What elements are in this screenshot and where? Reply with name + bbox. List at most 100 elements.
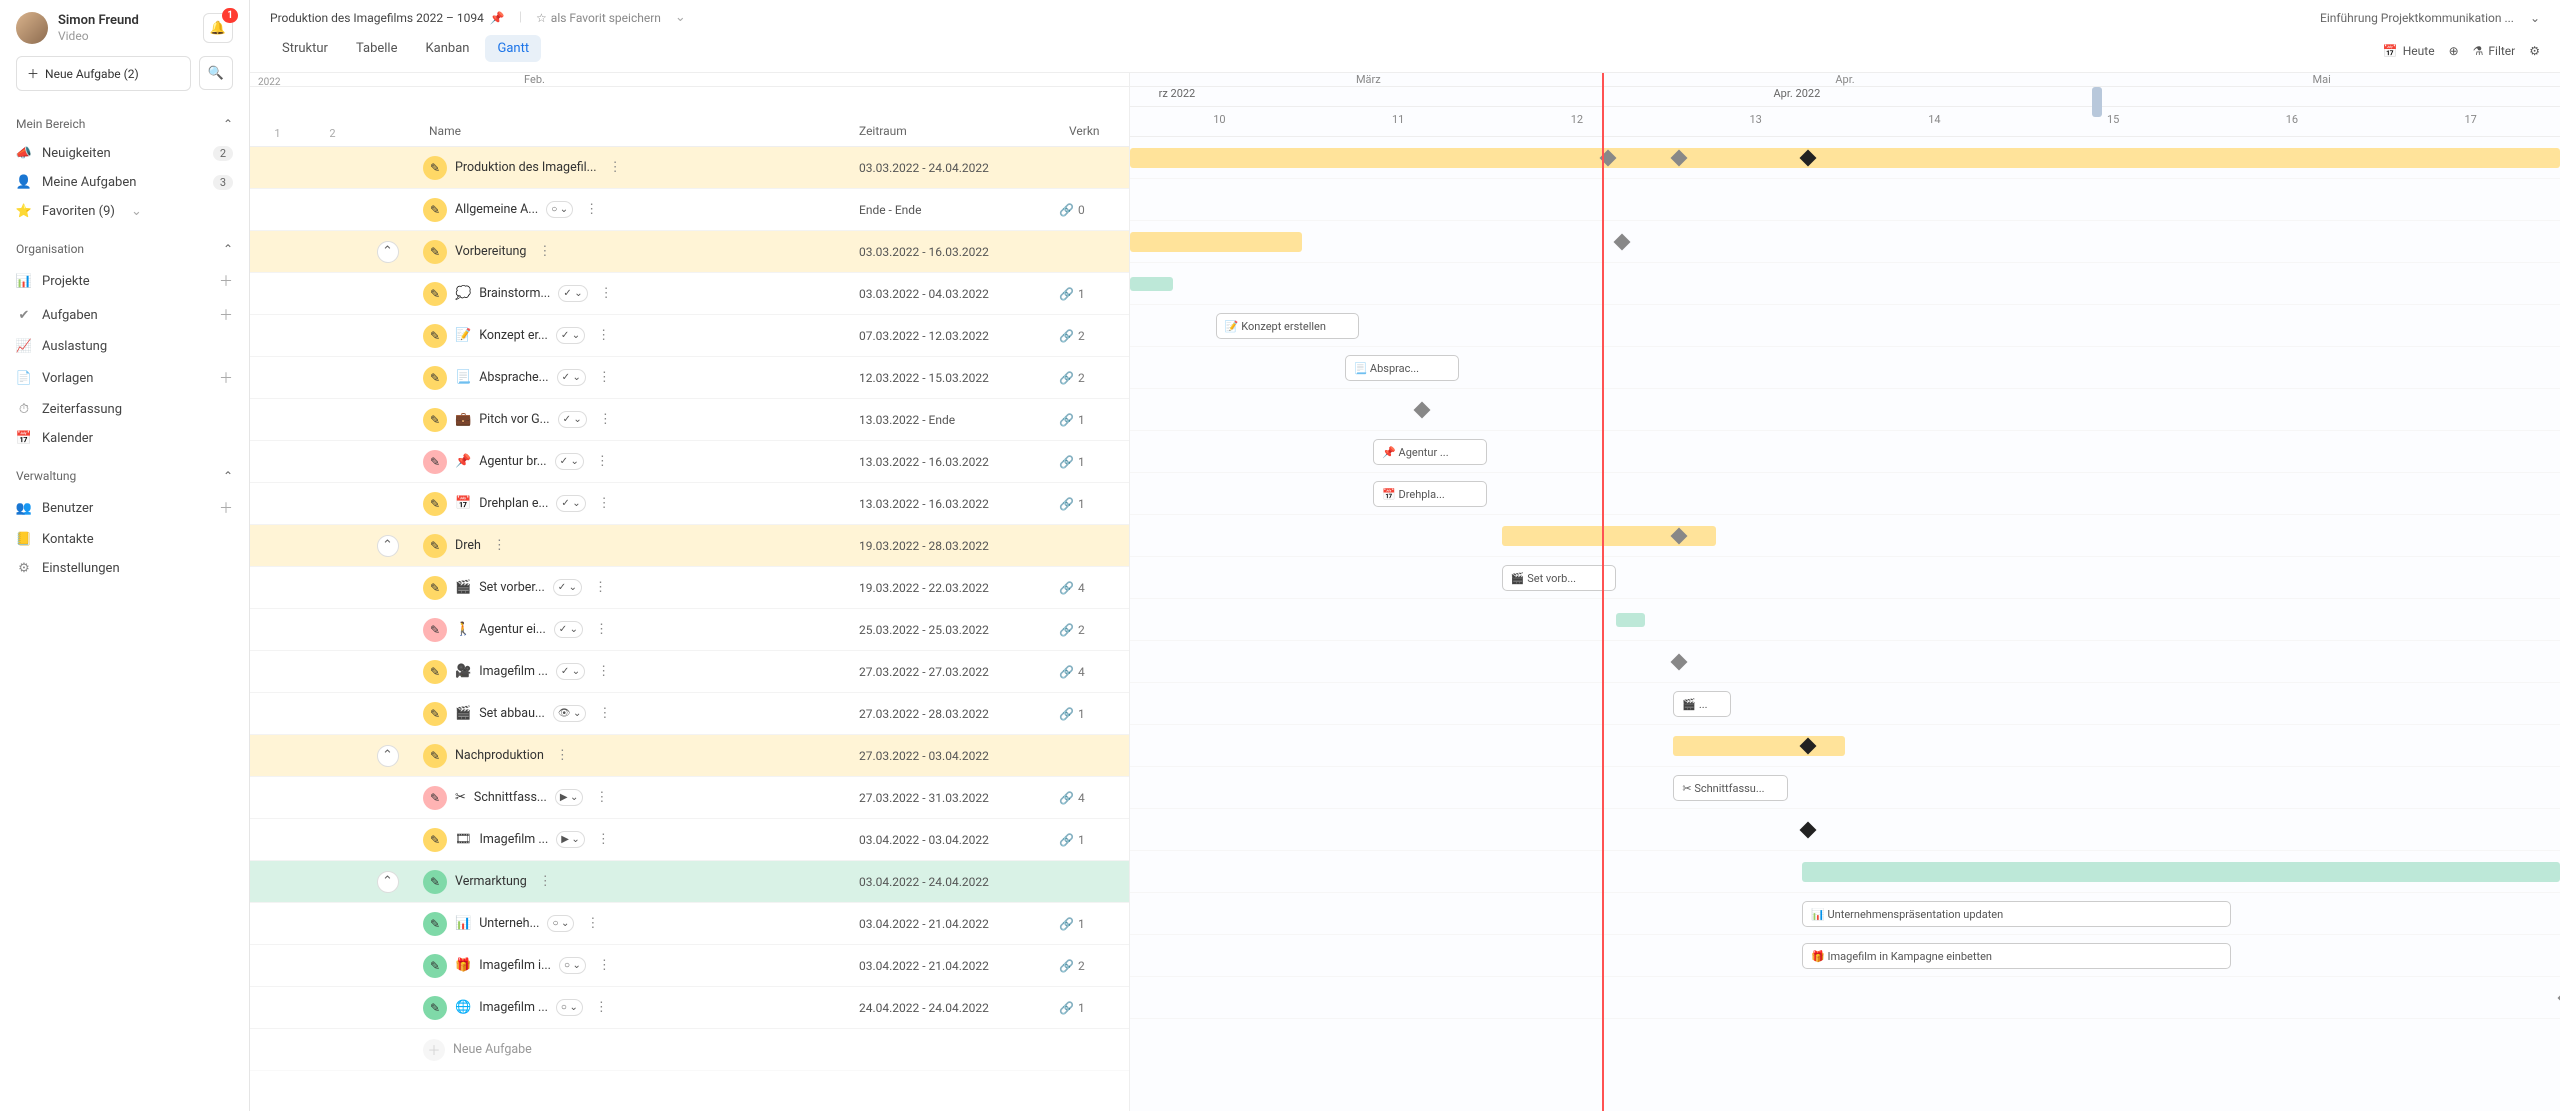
timeline-track[interactable] xyxy=(1130,977,2560,1019)
status-chip[interactable]: ✓ ⌄ xyxy=(553,579,582,596)
more-icon[interactable]: ⋮ xyxy=(594,496,615,511)
edit-icon[interactable]: ✎ xyxy=(423,660,447,684)
range-handle-right[interactable] xyxy=(2092,87,2102,117)
more-icon[interactable]: ⋮ xyxy=(591,622,612,637)
tab-kanban[interactable]: Kanban xyxy=(414,35,482,62)
timeline-track[interactable] xyxy=(1130,221,2560,263)
timeline-track[interactable]: 🎬 ... xyxy=(1130,683,2560,725)
timeline-track[interactable] xyxy=(1130,851,2560,893)
more-icon[interactable]: ⋮ xyxy=(593,664,614,679)
collapse-button[interactable]: ⌃ xyxy=(377,871,399,893)
more-icon[interactable]: ⋮ xyxy=(596,286,617,301)
task-row[interactable]: ✎ 💭 Brainstorm... ✓ ⌄ ⋮ 03.03.2022 - 04.… xyxy=(250,273,1129,315)
sidebar-item[interactable]: 👤 Meine Aufgaben3 xyxy=(0,168,249,197)
task-row[interactable]: ✎ 💼 Pitch vor G... ✓ ⌄ ⋮ 13.03.2022 - En… xyxy=(250,399,1129,441)
group-bar[interactable] xyxy=(1130,277,1173,291)
task-row[interactable]: ✎ 📅 Drehplan e... ✓ ⌄ ⋮ 13.03.2022 - 16.… xyxy=(250,483,1129,525)
group-bar[interactable] xyxy=(1130,148,2560,168)
timeline-track[interactable]: 📅 Drehpla... xyxy=(1130,473,2560,515)
sidebar-item[interactable]: ⏱ Zeiterfassung xyxy=(0,395,249,424)
sidebar-item[interactable]: 📅 Kalender xyxy=(0,424,249,453)
task-row[interactable]: ✎ ✂ Schnittfass... ▶ ⌄ ⋮ 27.03.2022 - 31… xyxy=(250,777,1129,819)
add-task-row[interactable]: ＋ Neue Aufgabe xyxy=(250,1029,1129,1071)
more-icon[interactable]: ⋮ xyxy=(592,454,613,469)
timeline-track[interactable] xyxy=(1130,641,2560,683)
milestone-diamond[interactable] xyxy=(1800,822,1817,839)
edit-icon[interactable]: ✎ xyxy=(423,954,447,978)
timeline-track[interactable]: 📊 Unternehmenspräsentation updaten xyxy=(1130,893,2560,935)
sidebar-item[interactable]: 📄 Vorlagen＋ xyxy=(0,361,249,395)
task-row[interactable]: ✎ 🎥 Imagefilm ... ✓ ⌄ ⋮ 27.03.2022 - 27.… xyxy=(250,651,1129,693)
task-bar[interactable]: 📃 Absprac... xyxy=(1345,355,1459,381)
edit-icon[interactable]: ✎ xyxy=(423,576,447,600)
status-chip[interactable]: 👁 ⌄ xyxy=(553,705,587,722)
section-verwaltung[interactable]: Verwaltung ⌃ xyxy=(0,461,249,491)
task-row[interactable]: ✎ Allgemeine A... ○ ⌄ ⋮ Ende - Ende 🔗0 xyxy=(250,189,1129,231)
edit-icon[interactable]: ✎ xyxy=(423,408,447,432)
timeline-track[interactable]: 📌 Agentur ... xyxy=(1130,431,2560,473)
add-button[interactable]: ⊕ xyxy=(2449,44,2459,58)
task-row[interactable]: ✎ 🌐 Imagefilm ... ○ ⌄ ⋮ 24.04.2022 - 24.… xyxy=(250,987,1129,1029)
edit-icon[interactable]: ✎ xyxy=(423,282,447,306)
task-row[interactable]: ✎ 🎁 Imagefilm i... ○ ⌄ ⋮ 03.04.2022 - 21… xyxy=(250,945,1129,987)
task-row[interactable]: ✎ 🚶 Agentur ei... ✓ ⌄ ⋮ 25.03.2022 - 25.… xyxy=(250,609,1129,651)
timeline-track[interactable]: 🎁 Imagefilm in Kampagne einbetten xyxy=(1130,935,2560,977)
sidebar-item[interactable]: 👥 Benutzer＋ xyxy=(0,491,249,525)
task-row[interactable]: ✎ 📝 Konzept er... ✓ ⌄ ⋮ 07.03.2022 - 12.… xyxy=(250,315,1129,357)
task-group-row[interactable]: ⌃ ✎ Nachproduktion ⋮ 27.03.2022 - 03.04.… xyxy=(250,735,1129,777)
milestone-diamond[interactable] xyxy=(1671,654,1688,671)
timeline-track[interactable]: ✂ Schnittfassu... xyxy=(1130,767,2560,809)
timeline-track[interactable] xyxy=(1130,389,2560,431)
timeline-track[interactable] xyxy=(1130,263,2560,305)
plus-icon[interactable]: ＋ xyxy=(219,368,233,388)
edit-icon[interactable]: ✎ xyxy=(423,870,447,894)
edit-icon[interactable]: ✎ xyxy=(423,492,447,516)
sidebar-item[interactable]: ✔ Aufgaben＋ xyxy=(0,298,249,332)
more-icon[interactable]: ⋮ xyxy=(590,580,611,595)
edit-icon[interactable]: ✎ xyxy=(423,828,447,852)
timeline-track[interactable] xyxy=(1130,599,2560,641)
edit-icon[interactable]: ✎ xyxy=(423,450,447,474)
edit-icon[interactable]: ✎ xyxy=(423,702,447,726)
more-icon[interactable]: ⋮ xyxy=(591,790,612,805)
more-icon[interactable]: ⋮ xyxy=(594,706,615,721)
edit-icon[interactable]: ✎ xyxy=(423,198,447,222)
milestone-diamond[interactable] xyxy=(1414,402,1431,419)
status-chip[interactable]: ✓ ⌄ xyxy=(556,663,585,680)
collapse-button[interactable]: ⌃ xyxy=(377,535,399,557)
status-chip[interactable]: ✓ ⌄ xyxy=(558,411,587,428)
new-task-button[interactable]: ＋ Neue Aufgabe (2) xyxy=(16,56,191,91)
timeline-pane[interactable]: März Apr. Mai rz 2022 Apr. 2022 10111213… xyxy=(1130,73,2560,1111)
status-chip[interactable]: ○ ⌄ xyxy=(556,999,583,1016)
task-bar[interactable]: 📊 Unternehmenspräsentation updaten xyxy=(1802,901,2231,927)
more-icon[interactable]: ⋮ xyxy=(591,1000,612,1015)
task-row[interactable]: ✎ 📊 Unterneh... ○ ⌄ ⋮ 03.04.2022 - 21.04… xyxy=(250,903,1129,945)
status-chip[interactable]: ▶ ⌄ xyxy=(555,789,584,806)
sidebar-item[interactable]: 📣 Neuigkeiten2 xyxy=(0,139,249,168)
more-icon[interactable]: ⋮ xyxy=(595,412,616,427)
pin-icon[interactable]: 📌 xyxy=(490,11,505,25)
task-row[interactable]: ✎ 🎞 Imagefilm ... ▶ ⌄ ⋮ 03.04.2022 - 03.… xyxy=(250,819,1129,861)
level-1[interactable]: 1 xyxy=(274,127,280,140)
group-bar[interactable] xyxy=(1130,232,1302,252)
task-group-row[interactable]: ⌃ ✎ Dreh ⋮ 19.03.2022 - 28.03.2022 xyxy=(250,525,1129,567)
sidebar-item[interactable]: ⭐ Favoriten (9)⌄ xyxy=(0,197,249,226)
edit-icon[interactable]: ✎ xyxy=(423,618,447,642)
section-mein-bereich[interactable]: Mein Bereich ⌃ xyxy=(0,109,249,139)
timeline-track[interactable] xyxy=(1130,179,2560,221)
more-icon[interactable]: ⋮ xyxy=(489,538,510,553)
timeline-track[interactable] xyxy=(1130,515,2560,557)
status-chip[interactable]: ✓ ⌄ xyxy=(557,369,586,386)
more-icon[interactable]: ⋮ xyxy=(594,958,615,973)
edit-icon[interactable]: ✎ xyxy=(423,240,447,264)
edit-icon[interactable]: ✎ xyxy=(423,534,447,558)
timeline-track[interactable]: 📝 Konzept erstellen xyxy=(1130,305,2560,347)
filter-button[interactable]: ⚗Filter xyxy=(2473,44,2516,58)
sidebar-item[interactable]: ⚙ Einstellungen xyxy=(0,554,249,583)
task-row[interactable]: ✎ 🎬 Set abbau... 👁 ⌄ ⋮ 27.03.2022 - 28.0… xyxy=(250,693,1129,735)
task-row[interactable]: ✎ 📌 Agentur br... ✓ ⌄ ⋮ 13.03.2022 - 16.… xyxy=(250,441,1129,483)
task-row[interactable]: ✎ 📃 Absprache... ✓ ⌄ ⋮ 12.03.2022 - 15.0… xyxy=(250,357,1129,399)
edit-icon[interactable]: ✎ xyxy=(423,366,447,390)
group-bar[interactable] xyxy=(1673,736,1845,756)
status-chip[interactable]: ✓ ⌄ xyxy=(558,285,587,302)
